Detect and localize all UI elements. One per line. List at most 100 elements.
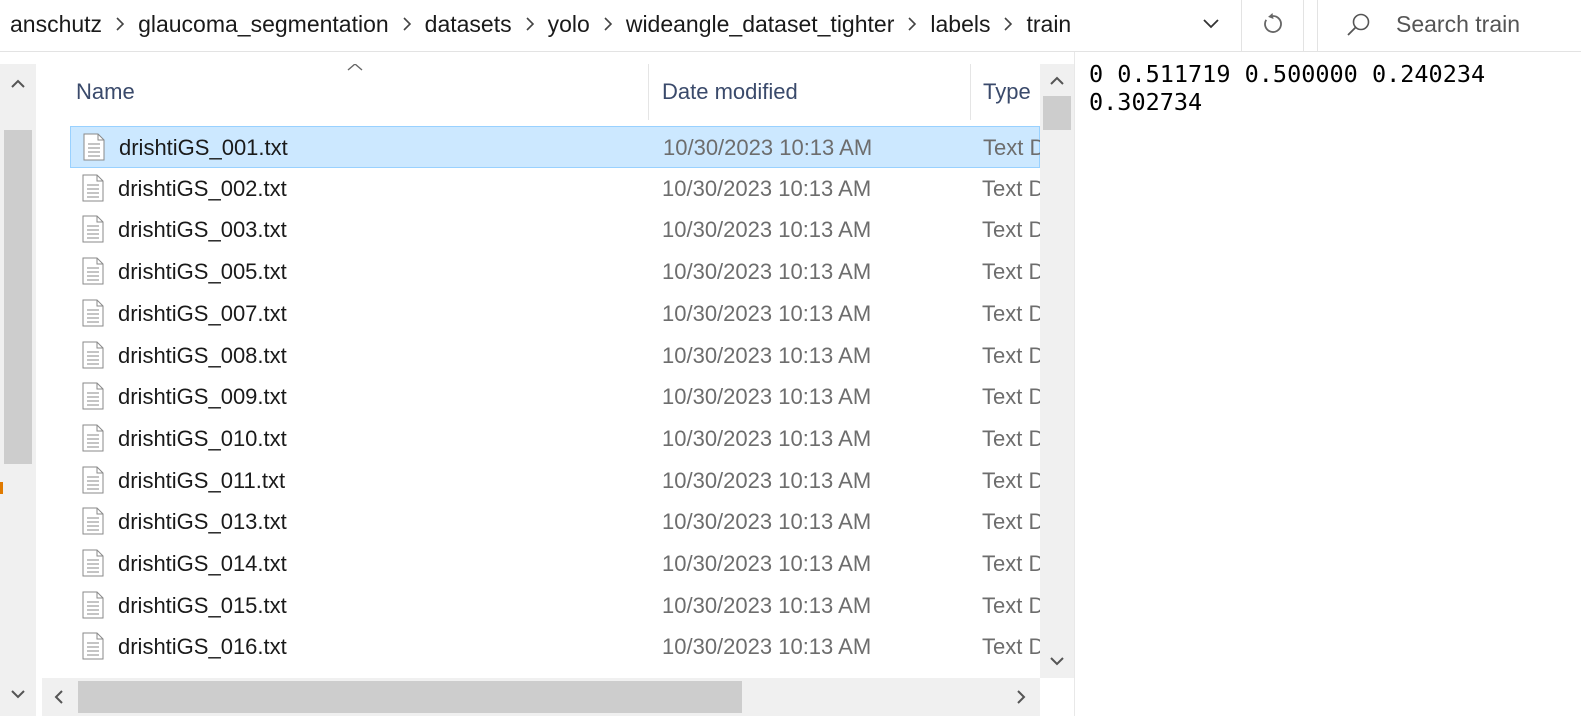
column-header-row: Name Date modified Type bbox=[42, 64, 1040, 120]
search-box[interactable] bbox=[1318, 0, 1581, 48]
scroll-down-icon[interactable] bbox=[1047, 654, 1067, 668]
text-file-icon bbox=[82, 382, 104, 410]
file-name: drishtiGS_009.txt bbox=[118, 384, 287, 409]
file-name: drishtiGS_008.txt bbox=[118, 343, 287, 368]
scroll-up-icon[interactable] bbox=[8, 74, 28, 94]
toolbar-divider bbox=[1303, 0, 1304, 52]
navigation-pane-scrollbar[interactable] bbox=[0, 64, 36, 716]
file-list-scroll-thumb[interactable] bbox=[1043, 96, 1071, 130]
text-file-icon bbox=[82, 632, 104, 660]
file-name: drishtiGS_007.txt bbox=[118, 301, 287, 326]
file-row[interactable]: drishtiGS_007.txt 10/30/2023 10:13 AM Text… bbox=[70, 293, 1040, 335]
chevron-right-icon[interactable] bbox=[594, 0, 622, 48]
file-row[interactable]: drishtiGS_011.txt 10/30/2023 10:13 AM Text… bbox=[70, 460, 1040, 502]
text-file-icon bbox=[82, 424, 104, 452]
scroll-left-icon[interactable] bbox=[52, 688, 66, 706]
scroll-right-icon[interactable] bbox=[1014, 688, 1028, 706]
breadcrumb-item-yolo[interactable]: yolo bbox=[544, 11, 594, 38]
file-date-modified: 10/30/2023 10:13 AM bbox=[662, 551, 872, 576]
breadcrumb-item-train[interactable]: train bbox=[1022, 11, 1075, 38]
file-type: Text Document bbox=[982, 634, 1040, 659]
column-divider[interactable] bbox=[970, 64, 971, 120]
file-name: drishtiGS_011.txt bbox=[118, 468, 286, 493]
file-list: Name Date modified Type drishtiGS_001.tx… bbox=[42, 64, 1040, 678]
file-list-vertical-scrollbar[interactable] bbox=[1040, 64, 1074, 678]
text-file-icon bbox=[82, 215, 104, 243]
file-row[interactable]: drishtiGS_005.txt 10/30/2023 10:13 AM Text… bbox=[70, 251, 1040, 293]
file-name: drishtiGS_014.txt bbox=[118, 551, 287, 576]
chevron-right-icon[interactable] bbox=[994, 0, 1022, 48]
scroll-down-icon[interactable] bbox=[8, 684, 28, 704]
refresh-icon bbox=[1264, 13, 1282, 33]
preview-pane-text: 0 0.511719 0.500000 0.240234 0.302734 bbox=[1089, 60, 1500, 116]
file-date-modified: 10/30/2023 10:13 AM bbox=[663, 135, 873, 160]
file-row[interactable]: drishtiGS_010.txt 10/30/2023 10:13 AM Text… bbox=[70, 418, 1040, 460]
file-type: Text Document bbox=[982, 426, 1040, 451]
file-row[interactable]: drishtiGS_002.txt 10/30/2023 10:13 AM Text… bbox=[70, 168, 1040, 210]
search-input[interactable] bbox=[1396, 10, 1566, 38]
chevron-right-icon[interactable] bbox=[393, 0, 421, 48]
address-bar: anschutz glaucoma_segmentation datasets … bbox=[0, 0, 1581, 52]
text-file-icon bbox=[82, 591, 104, 619]
horizontal-scroll-thumb[interactable] bbox=[78, 681, 742, 713]
file-date-modified: 10/30/2023 10:13 AM bbox=[662, 384, 872, 409]
file-date-modified: 10/30/2023 10:13 AM bbox=[662, 259, 872, 284]
file-row[interactable]: drishtiGS_013.txt 10/30/2023 10:13 AM Text… bbox=[70, 501, 1040, 543]
file-name: drishtiGS_002.txt bbox=[118, 176, 287, 201]
refresh-button[interactable] bbox=[1244, 0, 1302, 48]
file-type: Text Document bbox=[983, 135, 1040, 160]
file-name: drishtiGS_003.txt bbox=[118, 217, 287, 242]
file-row[interactable]: drishtiGS_015.txt 10/30/2023 10:13 AM Text… bbox=[70, 585, 1040, 627]
scroll-up-icon[interactable] bbox=[1047, 74, 1067, 88]
text-file-icon bbox=[82, 341, 104, 369]
file-name: drishtiGS_015.txt bbox=[118, 593, 287, 618]
column-header-type-label: Type bbox=[983, 79, 1031, 104]
file-row[interactable]: drishtiGS_008.txt 10/30/2023 10:13 AM Text… bbox=[70, 335, 1040, 377]
file-explorer-window: anschutz glaucoma_segmentation datasets … bbox=[0, 0, 1581, 716]
file-type: Text Document bbox=[982, 301, 1040, 326]
breadcrumb-item-wideangle-dataset-tighter[interactable]: wideangle_dataset_tighter bbox=[622, 11, 899, 38]
breadcrumb-item-labels[interactable]: labels bbox=[926, 11, 994, 38]
toolbar-divider bbox=[1241, 0, 1242, 52]
file-type: Text Document bbox=[982, 551, 1040, 576]
file-type: Text Document bbox=[982, 593, 1040, 618]
text-file-icon bbox=[82, 257, 104, 285]
file-date-modified: 10/30/2023 10:13 AM bbox=[662, 634, 872, 659]
chevron-down-icon bbox=[1203, 19, 1219, 29]
file-name: drishtiGS_013.txt bbox=[118, 509, 287, 534]
file-date-modified: 10/30/2023 10:13 AM bbox=[662, 468, 872, 493]
file-list-horizontal-scrollbar[interactable] bbox=[42, 678, 1040, 716]
column-header-date-modified[interactable]: Date modified bbox=[662, 64, 968, 120]
column-header-date-label: Date modified bbox=[662, 79, 798, 104]
preview-pane-divider[interactable] bbox=[1074, 52, 1075, 716]
chevron-right-icon[interactable] bbox=[106, 0, 134, 48]
file-date-modified: 10/30/2023 10:13 AM bbox=[662, 217, 872, 242]
file-row[interactable]: drishtiGS_014.txt 10/30/2023 10:13 AM Text… bbox=[70, 543, 1040, 585]
file-row[interactable]: drishtiGS_003.txt 10/30/2023 10:13 AM Text… bbox=[70, 209, 1040, 251]
file-date-modified: 10/30/2023 10:13 AM bbox=[662, 301, 872, 326]
file-row[interactable]: drishtiGS_009.txt 10/30/2023 10:13 AM Text… bbox=[70, 376, 1040, 418]
text-file-icon bbox=[82, 174, 104, 202]
file-name: drishtiGS_016.txt bbox=[118, 634, 287, 659]
column-divider[interactable] bbox=[648, 64, 649, 120]
column-header-type[interactable]: Type bbox=[983, 64, 1040, 120]
breadcrumb-item-datasets[interactable]: datasets bbox=[421, 11, 516, 38]
chevron-right-icon[interactable] bbox=[898, 0, 926, 48]
breadcrumb-item-glaucoma-segmentation[interactable]: glaucoma_segmentation bbox=[134, 11, 393, 38]
file-type: Text Document bbox=[982, 509, 1040, 534]
file-type: Text Document bbox=[982, 176, 1040, 201]
file-date-modified: 10/30/2023 10:13 AM bbox=[662, 176, 872, 201]
navigation-scroll-thumb[interactable] bbox=[4, 130, 32, 464]
text-file-icon bbox=[82, 507, 104, 535]
column-header-name[interactable]: Name bbox=[76, 64, 648, 120]
chevron-right-icon[interactable] bbox=[516, 0, 544, 48]
file-row[interactable]: drishtiGS_001.txt 10/30/2023 10:13 AM Text… bbox=[70, 126, 1040, 168]
address-history-dropdown[interactable] bbox=[1184, 0, 1238, 48]
file-type: Text Document bbox=[982, 468, 1040, 493]
file-name: drishtiGS_010.txt bbox=[118, 426, 287, 451]
file-row[interactable]: drishtiGS_016.txt 10/30/2023 10:13 AM Text… bbox=[70, 626, 1040, 668]
text-file-icon bbox=[82, 466, 104, 494]
breadcrumb-item-anschutz[interactable]: anschutz bbox=[6, 11, 106, 38]
text-file-icon bbox=[83, 133, 105, 161]
file-name: drishtiGS_001.txt bbox=[119, 135, 288, 160]
